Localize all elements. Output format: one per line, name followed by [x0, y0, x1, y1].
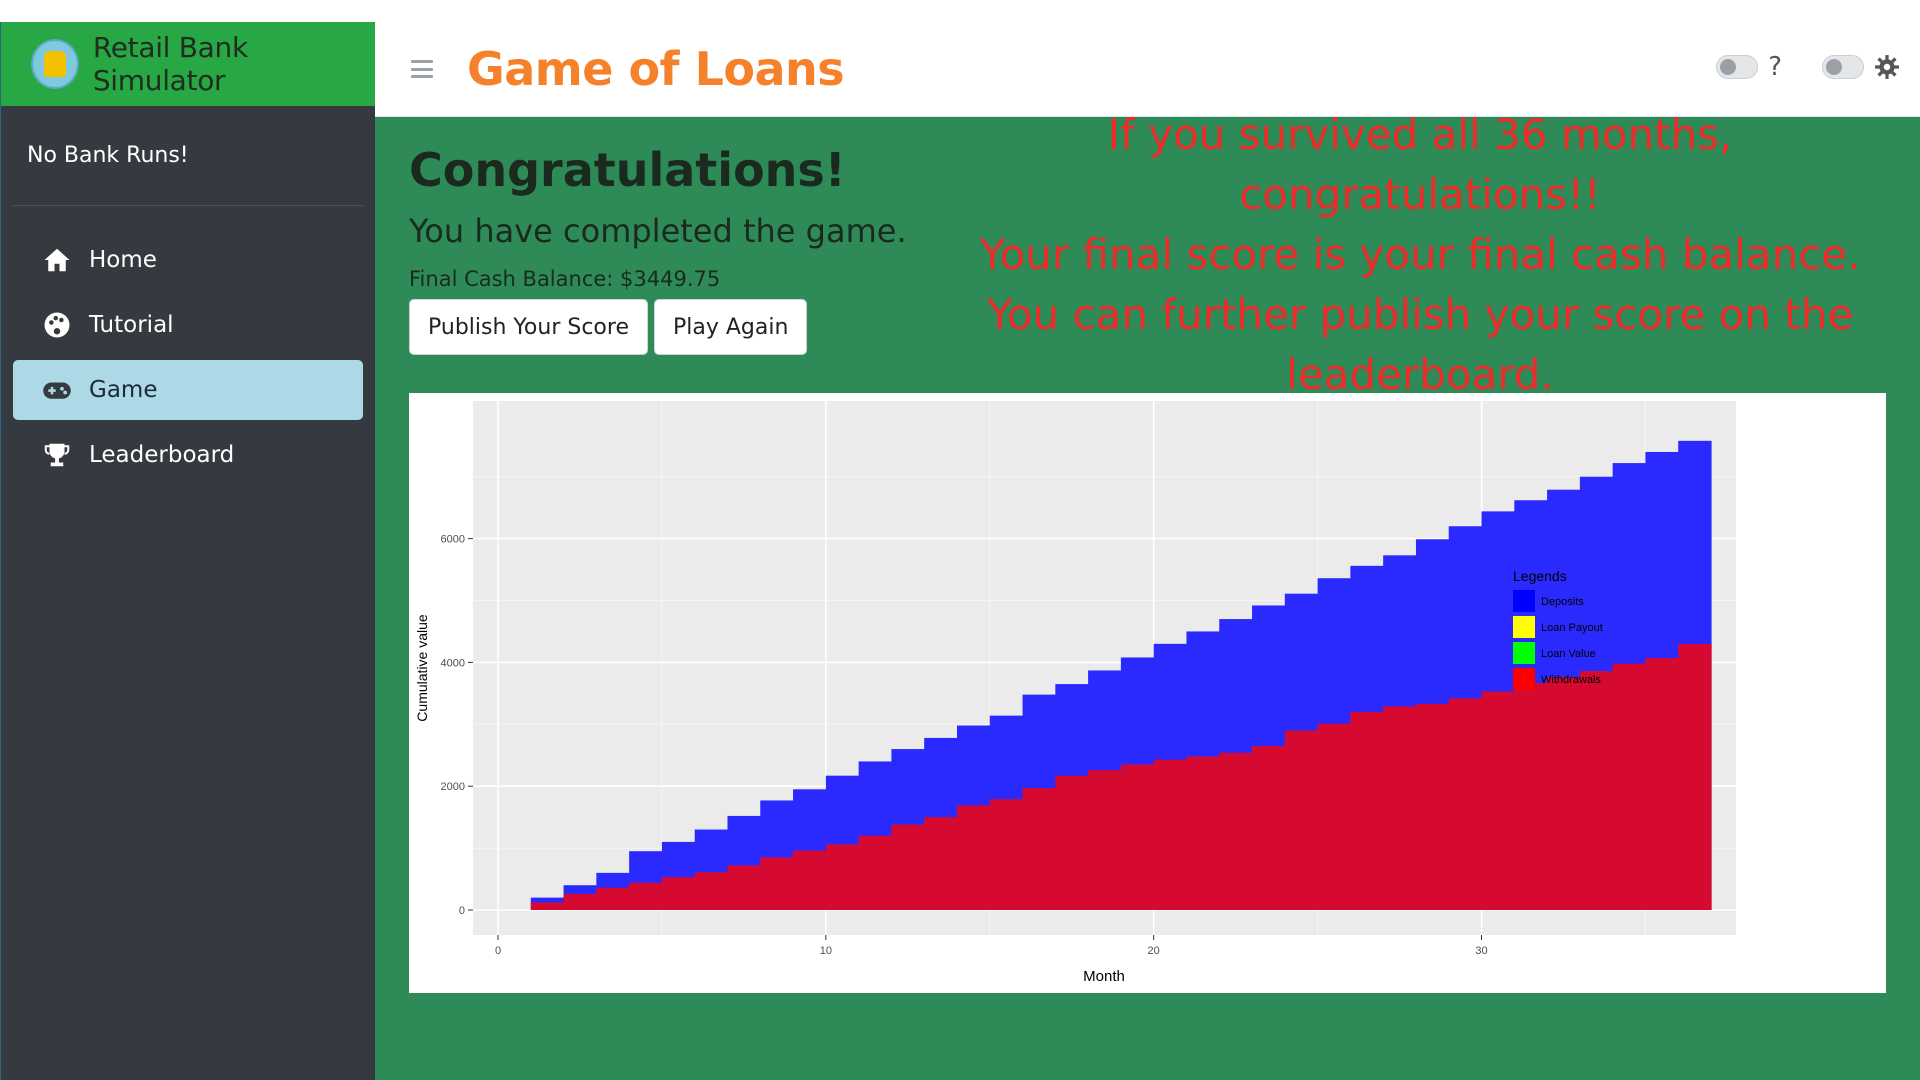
help-toggle[interactable] — [1716, 55, 1759, 79]
legend-label: Withdrawals — [1541, 674, 1601, 686]
gamepad-icon — [41, 374, 73, 406]
chart-container: 0 10 20 30 0 2000 4000 6000 Month Cumulative va… — [409, 393, 1886, 993]
legend-label: Loan Value — [1541, 648, 1596, 660]
message-line: If you survived all 36 months, — [1107, 110, 1733, 159]
bar-withdrawals — [1514, 682, 1548, 910]
dark-mode-toggle[interactable] — [1822, 55, 1864, 79]
bar-withdrawals — [563, 893, 597, 910]
sidebar-item-label: Home — [89, 247, 157, 273]
sidebar: Retail Bank Simulator No Bank Runs! Home… — [0, 22, 375, 1080]
score-message: If you survived all 36 months, congratul… — [920, 105, 1920, 405]
message-line: congratulations!! — [1239, 170, 1601, 219]
x-tick-label: 20 — [1148, 945, 1160, 957]
brand[interactable]: Retail Bank Simulator — [1, 22, 375, 106]
bar-withdrawals — [530, 902, 565, 910]
bar-withdrawals — [1186, 756, 1220, 910]
message-line: Your final score is your final cash bala… — [979, 230, 1861, 279]
bar-withdrawals — [760, 857, 794, 910]
header-controls: ? — [1716, 52, 1900, 82]
y-tick-label: 0 — [459, 905, 465, 917]
bar-withdrawals — [1317, 723, 1351, 910]
brand-title: Retail Bank Simulator — [92, 31, 248, 97]
legend-swatch — [1513, 642, 1535, 664]
legend-title: Legends — [1513, 568, 1567, 584]
sidebar-item-tutorial[interactable]: Tutorial — [13, 295, 363, 355]
bar-withdrawals — [924, 817, 958, 910]
action-buttons: Publish Your Score Play Again — [409, 299, 813, 355]
sidebar-item-game[interactable]: Game — [13, 360, 363, 420]
bar-withdrawals — [1120, 764, 1155, 910]
hamburger-menu-icon[interactable] — [411, 60, 433, 78]
x-tick-label: 0 — [495, 945, 501, 957]
legend-swatch — [1513, 668, 1535, 690]
legend-label: Loan Payout — [1541, 622, 1603, 634]
sidebar-item-label: Tutorial — [89, 312, 174, 338]
completed-text: You have completed the game. — [409, 212, 907, 250]
bar-withdrawals — [629, 882, 663, 910]
sidebar-item-leaderboard[interactable]: Leaderboard — [13, 425, 363, 485]
play-again-button[interactable]: Play Again — [654, 299, 808, 355]
top-header: Game of Loans ? — [375, 22, 1920, 117]
cumulative-chart: 0 10 20 30 0 2000 4000 6000 Month Cumulative va… — [414, 401, 1736, 985]
question-icon[interactable]: ? — [1768, 52, 1782, 82]
main-content: Congratulations! You have completed the … — [375, 110, 1920, 1080]
bank-status-text: No Bank Runs! — [13, 106, 363, 206]
bar-withdrawals — [1448, 698, 1483, 910]
bar-withdrawals — [989, 799, 1024, 910]
sidebar-item-label: Game — [89, 377, 158, 403]
bar-withdrawals — [858, 835, 893, 910]
legend-label: Deposits — [1541, 596, 1584, 608]
bar-withdrawals — [1252, 745, 1286, 910]
bar-withdrawals — [694, 872, 729, 910]
bar-withdrawals — [727, 865, 761, 910]
bar-withdrawals — [1612, 663, 1647, 910]
bar-withdrawals — [1350, 711, 1384, 910]
bar-withdrawals — [1088, 770, 1122, 910]
bar-withdrawals — [1645, 658, 1679, 910]
x-tick-label: 10 — [820, 945, 832, 957]
page-title: Game of Loans — [467, 42, 845, 96]
y-tick-label: 6000 — [441, 534, 465, 546]
trophy-icon — [41, 439, 73, 471]
bar-withdrawals — [1219, 752, 1253, 910]
bar-withdrawals — [1481, 691, 1515, 910]
message-line: You can further publish your score on th… — [986, 290, 1854, 339]
x-tick-label: 30 — [1475, 945, 1487, 957]
sidebar-nav: Home Tutorial Game Leaderboard — [1, 206, 375, 485]
bar-withdrawals — [1055, 775, 1089, 910]
bar-withdrawals — [1153, 759, 1188, 910]
bar-withdrawals — [1284, 730, 1319, 910]
bank-logo-icon — [31, 39, 79, 89]
bar-withdrawals — [661, 877, 696, 910]
gear-icon[interactable] — [1874, 54, 1900, 80]
palette-icon — [41, 309, 73, 341]
bar-withdrawals — [891, 824, 925, 910]
bar-withdrawals — [1383, 706, 1417, 910]
y-axis-label: Cumulative value — [414, 614, 430, 722]
legend-swatch — [1513, 616, 1535, 638]
sidebar-item-home[interactable]: Home — [13, 230, 363, 290]
bar-withdrawals — [596, 887, 630, 910]
congrats-heading: Congratulations! — [409, 143, 846, 197]
bar-withdrawals — [1579, 671, 1614, 910]
sidebar-item-label: Leaderboard — [89, 442, 235, 468]
bar-withdrawals — [1415, 703, 1450, 910]
publish-score-button[interactable]: Publish Your Score — [409, 299, 648, 355]
home-icon — [41, 244, 73, 276]
bar-withdrawals — [1678, 643, 1712, 910]
bar-withdrawals — [793, 850, 827, 910]
bar-withdrawals — [1547, 677, 1581, 910]
y-tick-label: 2000 — [441, 781, 465, 793]
y-tick-label: 4000 — [441, 657, 465, 669]
app-window: Retail Bank Simulator No Bank Runs! Home… — [0, 22, 1920, 1080]
bar-withdrawals — [825, 844, 860, 910]
x-axis-label: Month — [1083, 968, 1125, 985]
bar-withdrawals — [1022, 788, 1056, 910]
final-balance-text: Final Cash Balance: $3449.75 — [409, 267, 721, 291]
bar-withdrawals — [956, 805, 991, 910]
legend-swatch — [1513, 590, 1535, 612]
